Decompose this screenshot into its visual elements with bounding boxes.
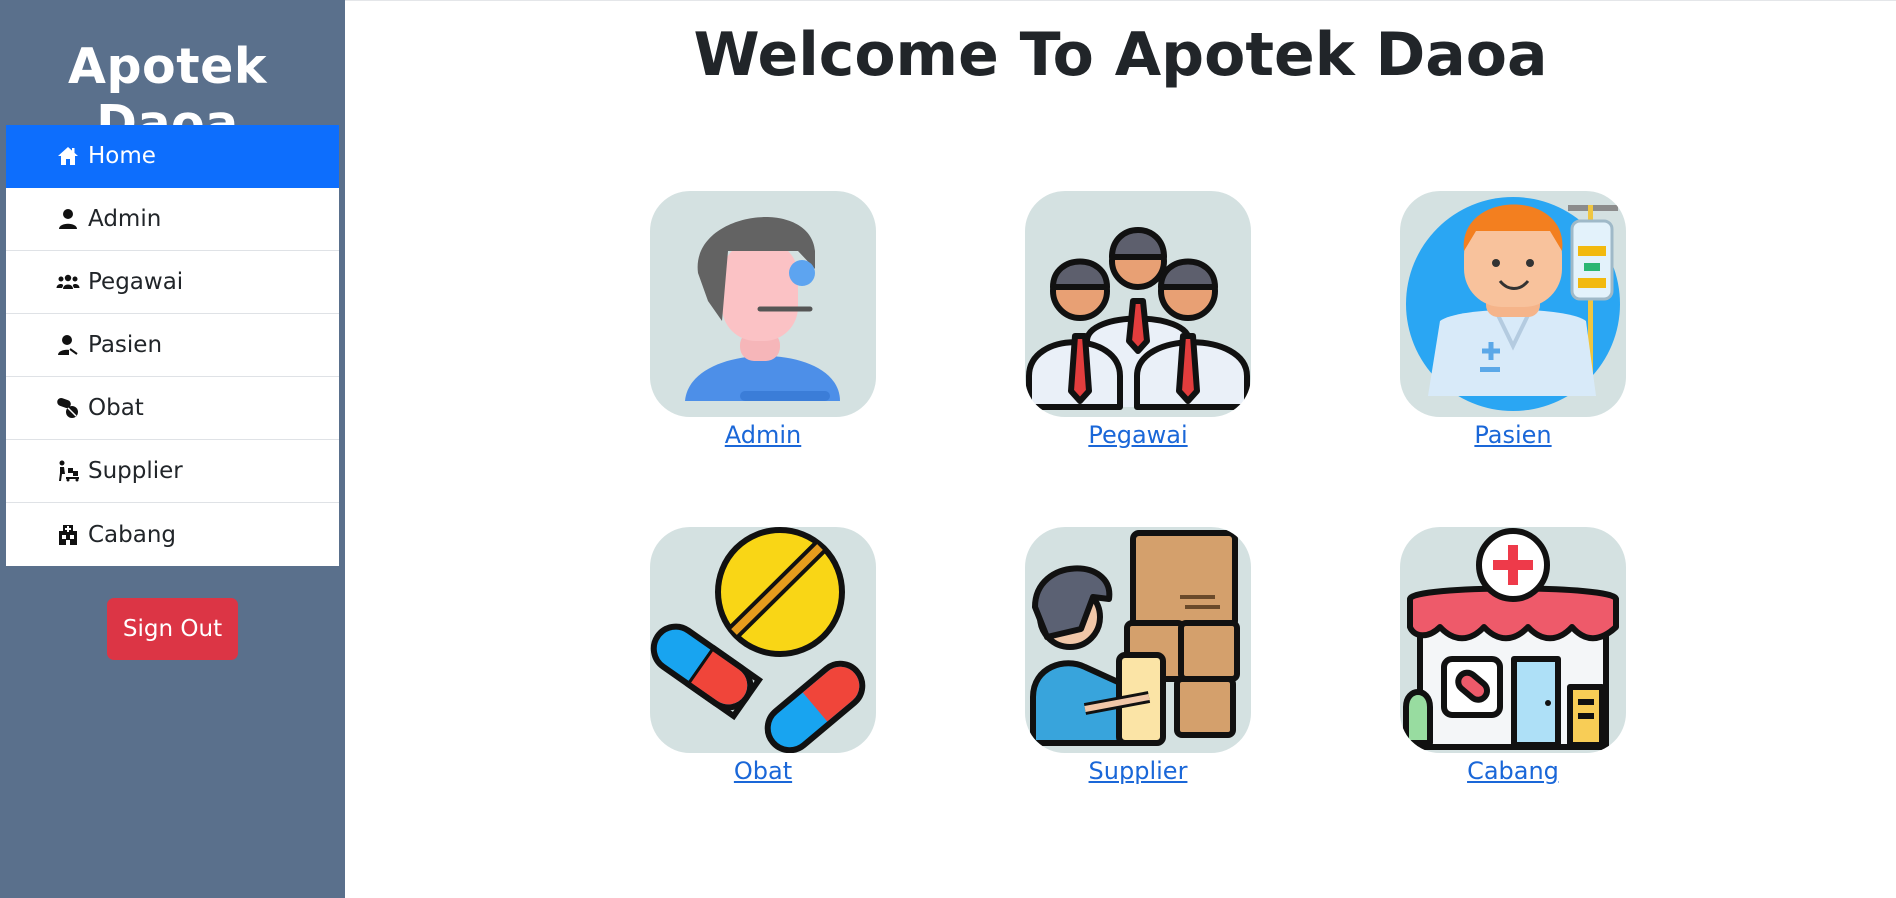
supplier-link[interactable]: Supplier (1025, 757, 1251, 785)
sidebar-item-label: Pegawai (88, 269, 184, 295)
user-icon (54, 205, 82, 233)
admin-link[interactable]: Admin (650, 421, 876, 449)
sidebar-item-label: Supplier (88, 458, 183, 484)
supplier-illustration-icon[interactable] (1025, 527, 1251, 753)
dolly-icon (54, 457, 82, 485)
home-icon (54, 142, 82, 170)
cabang-link[interactable]: Cabang (1400, 757, 1626, 785)
card-pegawai: Pegawai (1025, 191, 1251, 449)
employees-illustration-icon[interactable] (1025, 191, 1251, 417)
sidebar-item-home[interactable]: Home (6, 125, 339, 188)
sidebar-item-cabang[interactable]: Cabang (6, 503, 339, 566)
sidebar-item-obat[interactable]: Obat (6, 377, 339, 440)
card-supplier: Supplier (1025, 527, 1251, 785)
sidebar-item-pasien[interactable]: Pasien (6, 314, 339, 377)
sidebar-item-label: Obat (88, 395, 144, 421)
sign-out-button[interactable]: Sign Out (107, 598, 238, 660)
page-title: Welcome To Apotek Daoa (693, 20, 1548, 90)
pills-icon (54, 394, 82, 422)
sidebar-item-supplier[interactable]: Supplier (6, 440, 339, 503)
card-pasien: Pasien (1400, 191, 1626, 449)
sidebar-item-label: Home (88, 143, 156, 169)
user-injured-icon (54, 331, 82, 359)
patient-illustration-icon[interactable] (1400, 191, 1626, 417)
pharmacy-store-illustration-icon[interactable] (1400, 527, 1626, 753)
obat-link[interactable]: Obat (650, 757, 876, 785)
pasien-link[interactable]: Pasien (1400, 421, 1626, 449)
pegawai-link[interactable]: Pegawai (1025, 421, 1251, 449)
sidebar-item-admin[interactable]: Admin (6, 188, 339, 251)
card-cabang: Cabang (1400, 527, 1626, 785)
card-admin: Admin (650, 191, 876, 449)
pills-illustration-icon[interactable] (650, 527, 876, 753)
sidebar-item-label: Admin (88, 206, 162, 232)
card-obat: Obat (650, 527, 876, 785)
users-icon (54, 268, 82, 296)
sidebar-item-label: Pasien (88, 332, 163, 358)
admin-illustration-icon[interactable] (650, 191, 876, 417)
top-divider (345, 0, 1896, 1)
sidebar-nav: Home Admin Pegawai Pasien Obat Supplier … (6, 125, 339, 566)
sidebar-item-label: Cabang (88, 521, 177, 548)
clinic-icon (54, 521, 82, 549)
sidebar: Apotek Daoa Home Admin Pegawai Pasien Ob… (0, 0, 345, 898)
sidebar-item-pegawai[interactable]: Pegawai (6, 251, 339, 314)
